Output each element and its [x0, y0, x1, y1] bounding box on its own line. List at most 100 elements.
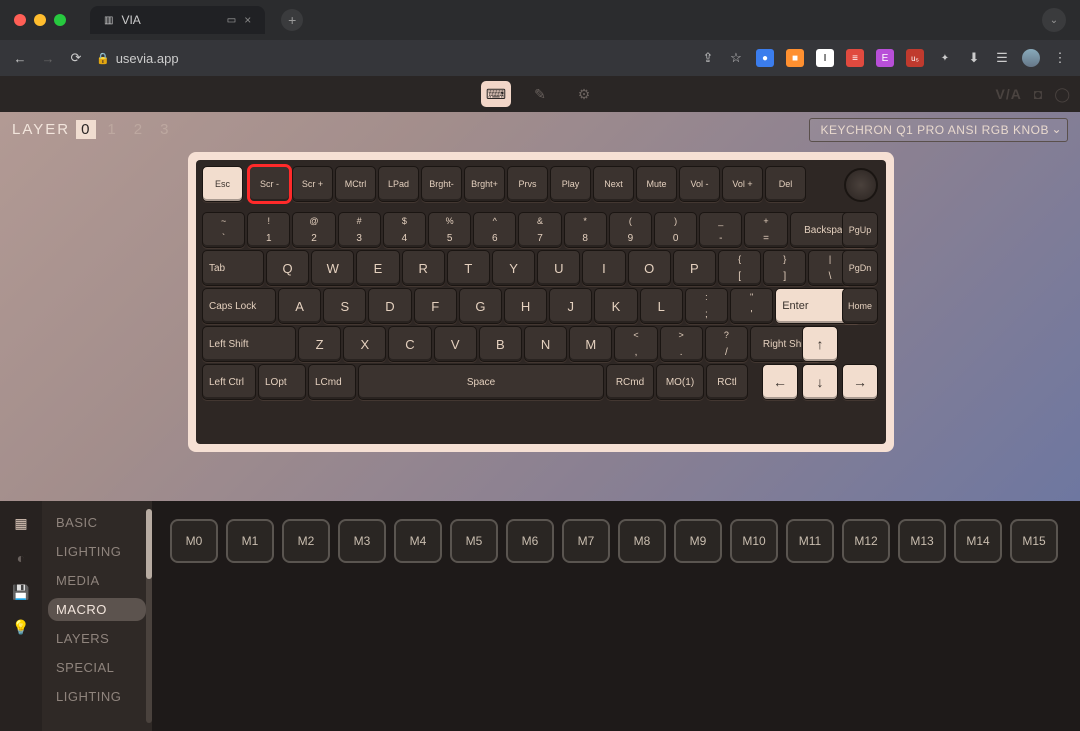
macro-key-m2[interactable]: M2 [282, 519, 330, 563]
macro-key-m14[interactable]: M14 [954, 519, 1002, 563]
key--[interactable]: ← [762, 364, 798, 400]
hint-icon[interactable]: 💡 [12, 619, 29, 636]
key-tab[interactable]: Tab [202, 250, 264, 286]
key-o[interactable]: O [628, 250, 671, 286]
key-rcmd[interactable]: RCmd [606, 364, 654, 400]
ext-icon-3[interactable]: I [816, 49, 834, 67]
profile-avatar[interactable] [1022, 49, 1040, 67]
key-[interactable]: += [744, 212, 787, 248]
category-macro[interactable]: MACRO [48, 598, 146, 621]
maximize-window-icon[interactable] [54, 14, 66, 26]
macro-key-m11[interactable]: M11 [786, 519, 834, 563]
key-pgdn[interactable]: PgDn [842, 250, 878, 286]
key-caps-lock[interactable]: Caps Lock [202, 288, 276, 324]
key-[interactable]: #3 [338, 212, 381, 248]
key-b[interactable]: B [479, 326, 522, 362]
key-[interactable]: %5 [428, 212, 471, 248]
save-icon[interactable]: 💾 [12, 584, 29, 601]
key-lcmd[interactable]: LCmd [308, 364, 356, 400]
key-x[interactable]: X [343, 326, 386, 362]
macro-key-m9[interactable]: M9 [674, 519, 722, 563]
key-space[interactable]: Space [358, 364, 604, 400]
bookmark-icon[interactable]: ☆ [728, 50, 744, 66]
github-icon[interactable]: ◯ [1054, 86, 1070, 103]
key-[interactable]: :; [685, 288, 728, 324]
key-c[interactable]: C [388, 326, 431, 362]
layer-3[interactable]: 3 [155, 120, 175, 139]
key-[interactable]: @2 [292, 212, 335, 248]
key-next[interactable]: Next [593, 166, 634, 202]
key-[interactable]: )0 [654, 212, 697, 248]
back-icon[interactable]: ← [12, 51, 28, 66]
macro-key-m12[interactable]: M12 [842, 519, 890, 563]
key--[interactable]: ↑ [802, 326, 838, 362]
macro-key-m0[interactable]: M0 [170, 519, 218, 563]
minimize-window-icon[interactable] [34, 14, 46, 26]
url-bar[interactable]: 🔒 usevia.app [96, 51, 179, 66]
ext-icon-1[interactable]: ● [756, 49, 774, 67]
key-mute[interactable]: Mute [636, 166, 677, 202]
key-h[interactable]: H [504, 288, 547, 324]
key-[interactable]: (9 [609, 212, 652, 248]
macro-key-m6[interactable]: M6 [506, 519, 554, 563]
key-e[interactable]: E [356, 250, 399, 286]
key-mctrl[interactable]: MCtrl [335, 166, 376, 202]
category-list[interactable]: BASICLIGHTINGMEDIAMACROLAYERSSPECIALLIGH… [42, 501, 152, 731]
key-prvs[interactable]: Prvs [507, 166, 548, 202]
key-t[interactable]: T [447, 250, 490, 286]
key-[interactable]: *8 [564, 212, 607, 248]
menu-icon[interactable]: ⋮ [1052, 50, 1068, 66]
key-[interactable]: ?/ [705, 326, 748, 362]
key-brght-[interactable]: Brght+ [464, 166, 505, 202]
key-[interactable]: ~` [202, 212, 245, 248]
category-lighting[interactable]: LIGHTING [48, 685, 146, 708]
key-left-shift[interactable]: Left Shift [202, 326, 296, 362]
category-media[interactable]: MEDIA [48, 569, 146, 592]
close-window-icon[interactable] [14, 14, 26, 26]
key-lopt[interactable]: LOpt [258, 364, 306, 400]
key-scr-[interactable]: Scr - [249, 166, 290, 202]
encoder-view-icon[interactable]: ◐ [17, 550, 25, 566]
category-basic[interactable]: BASIC [48, 511, 146, 534]
key-[interactable]: !1 [247, 212, 290, 248]
key-f[interactable]: F [414, 288, 457, 324]
key-[interactable]: "' [730, 288, 773, 324]
key-vol-[interactable]: Vol + [722, 166, 763, 202]
ext-icon-7[interactable]: ✦ [936, 49, 954, 67]
macro-key-m4[interactable]: M4 [394, 519, 442, 563]
download-icon[interactable]: ☰ [994, 50, 1010, 66]
rotary-knob[interactable] [844, 168, 878, 202]
key-scr-[interactable]: Scr + [292, 166, 333, 202]
macro-key-m15[interactable]: M15 [1010, 519, 1058, 563]
key-[interactable]: &7 [518, 212, 561, 248]
macro-key-m8[interactable]: M8 [618, 519, 666, 563]
key-vol-[interactable]: Vol - [679, 166, 720, 202]
key-left-ctrl[interactable]: Left Ctrl [202, 364, 256, 400]
key-d[interactable]: D [368, 288, 411, 324]
settings-tab-icon[interactable]: ⚙ [569, 81, 599, 107]
tester-tab-icon[interactable]: ✎ [525, 81, 555, 107]
macro-key-m10[interactable]: M10 [730, 519, 778, 563]
key-r[interactable]: R [402, 250, 445, 286]
key-a[interactable]: A [278, 288, 321, 324]
device-select[interactable]: KEYCHRON Q1 PRO ANSI RGB KNOB [809, 118, 1068, 142]
key-m[interactable]: M [569, 326, 612, 362]
key-[interactable]: ^6 [473, 212, 516, 248]
key-[interactable]: {[ [718, 250, 761, 286]
macro-key-m7[interactable]: M7 [562, 519, 610, 563]
layer-2[interactable]: 2 [129, 120, 149, 139]
reload-icon[interactable]: ⟳ [68, 50, 84, 66]
key--[interactable]: ↓ [802, 364, 838, 400]
category-special[interactable]: SPECIAL [48, 656, 146, 679]
key-[interactable]: >. [660, 326, 703, 362]
key-u[interactable]: U [537, 250, 580, 286]
key-l[interactable]: L [640, 288, 683, 324]
extensions-icon[interactable]: ⬇ [966, 50, 982, 66]
share-icon[interactable]: ⇪ [700, 50, 716, 66]
close-tab-icon[interactable]: × [244, 13, 251, 27]
key-[interactable]: <, [614, 326, 657, 362]
category-layers[interactable]: LAYERS [48, 627, 146, 650]
key-i[interactable]: I [582, 250, 625, 286]
ext-icon-4[interactable]: ≡ [846, 49, 864, 67]
ext-icon-2[interactable]: ■ [786, 49, 804, 67]
